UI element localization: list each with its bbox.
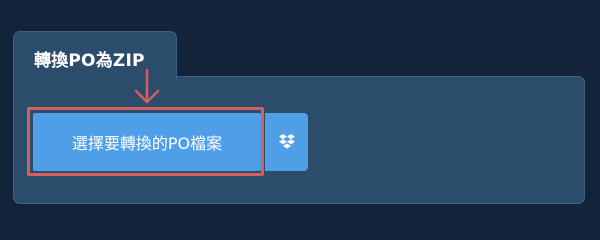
tab-label: 轉換PO為ZIP bbox=[34, 51, 145, 71]
arrow-down-icon bbox=[134, 68, 160, 104]
select-button-highlight bbox=[27, 107, 264, 176]
dropbox-icon bbox=[278, 134, 295, 149]
dropbox-button[interactable] bbox=[265, 113, 308, 171]
